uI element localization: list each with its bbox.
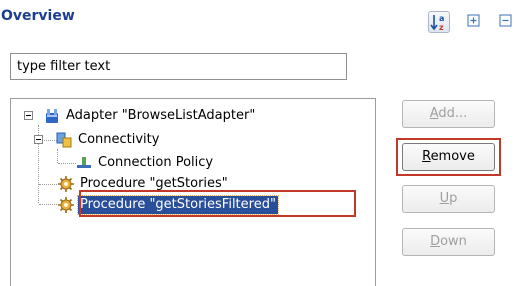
tree-item-connectivity[interactable]: Connectivity — [55, 129, 161, 151]
svg-text:a: a — [439, 14, 444, 23]
collapse-all-button[interactable] — [496, 11, 518, 33]
svg-text:z: z — [439, 23, 444, 32]
collapse-all-icon — [499, 14, 512, 27]
expand-all-icon — [467, 14, 480, 27]
procedure-icon — [58, 176, 74, 192]
tree-connector — [58, 163, 76, 164]
tree-item-connection-policy[interactable]: Connection Policy — [75, 152, 215, 174]
sort-alpha-button[interactable]: a z — [428, 11, 450, 33]
filter-input[interactable]: type filter text — [10, 53, 347, 80]
adapter-icon — [46, 109, 58, 123]
collapse-toggle-icon[interactable] — [24, 111, 33, 120]
collapse-toggle-icon[interactable] — [34, 135, 43, 144]
up-button[interactable]: Up — [402, 185, 495, 213]
connectivity-icon — [56, 132, 72, 148]
tree-connector — [39, 204, 57, 205]
highlight-box-selected-item — [79, 190, 356, 217]
down-button[interactable]: Down — [402, 228, 495, 256]
add-button[interactable]: Add... — [402, 100, 495, 128]
sort-alpha-icon: a z — [430, 14, 444, 32]
tree-connector — [57, 149, 58, 163]
section-title: Overview — [1, 8, 75, 24]
expand-all-button[interactable] — [464, 11, 486, 33]
highlight-box-remove-button — [396, 138, 501, 176]
connection-policy-icon — [77, 157, 91, 168]
procedure-icon — [58, 197, 74, 213]
tree-connector — [39, 184, 57, 185]
tree-item-adapter[interactable]: Adapter "BrowseListAdapter" — [43, 105, 257, 127]
